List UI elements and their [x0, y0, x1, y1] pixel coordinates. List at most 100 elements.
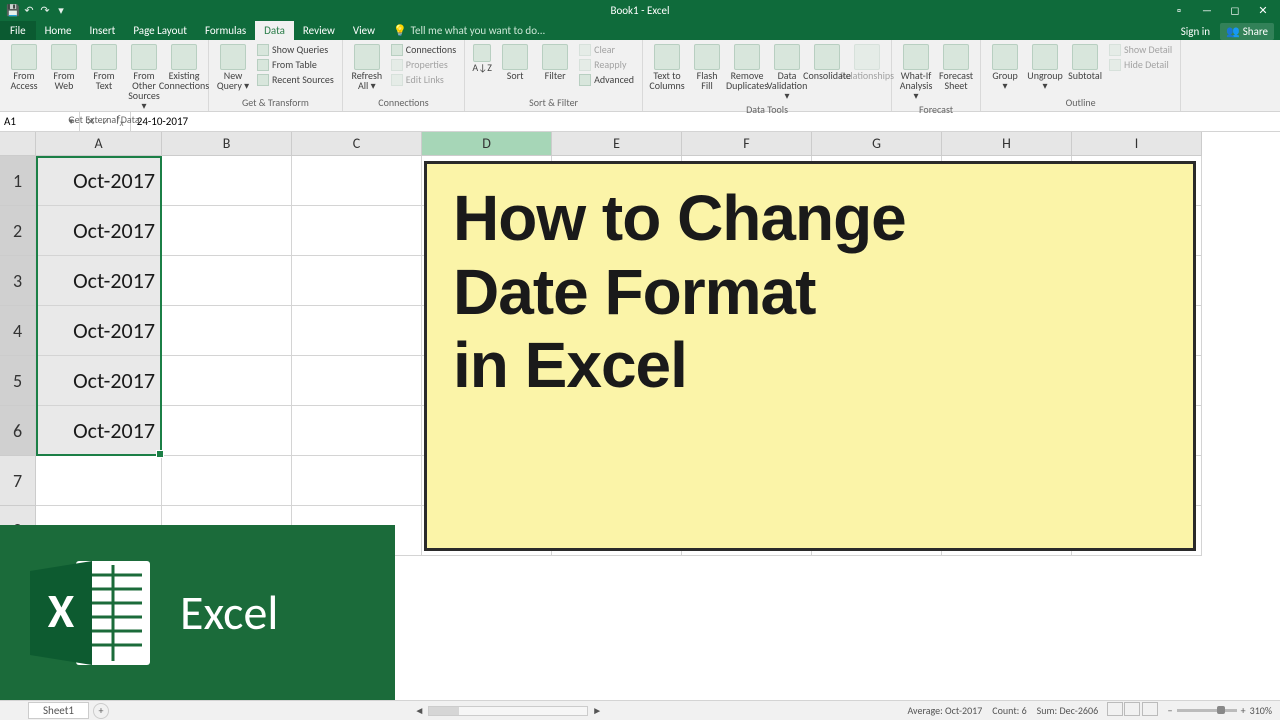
cell-B5[interactable] [162, 356, 292, 406]
show-detail-button[interactable]: Show Detail [1106, 42, 1175, 57]
row-header-1[interactable]: 1 [0, 156, 36, 206]
cell-A1[interactable]: Oct-2017 [36, 156, 162, 206]
what-if-analysis-button[interactable]: What-If Analysis ▾ [897, 42, 935, 103]
cell-B7[interactable] [162, 456, 292, 506]
tab-home[interactable]: Home [36, 21, 81, 40]
from-other-sources-button[interactable]: From Other Sources ▾ [125, 42, 163, 113]
refresh-all-button[interactable]: Refresh All ▾ [348, 42, 386, 93]
page-break-view-button[interactable] [1142, 702, 1158, 716]
scroll-left-icon[interactable]: ◄ [414, 704, 424, 717]
cell-C2[interactable] [292, 206, 422, 256]
customize-qat-icon[interactable]: ▾ [54, 3, 68, 17]
recent-sources-button[interactable]: Recent Sources [254, 72, 337, 87]
select-all-corner[interactable] [0, 132, 36, 156]
cell-C7[interactable] [292, 456, 422, 506]
sign-in-link[interactable]: Sign in [1181, 25, 1210, 38]
minimize-icon[interactable]: — [1194, 1, 1220, 19]
zoom-in-button[interactable]: + [1241, 704, 1246, 717]
title-overlay-textbox[interactable]: How to Change Date Format in Excel [424, 161, 1196, 551]
scroll-right-icon[interactable]: ► [592, 704, 602, 717]
advanced-filter-button[interactable]: Advanced [576, 72, 637, 87]
row-header-4[interactable]: 4 [0, 306, 36, 356]
ribbon-options-icon[interactable]: ▫ [1166, 1, 1192, 19]
new-sheet-button[interactable]: + [93, 703, 109, 719]
reapply-filter-button[interactable]: Reapply [576, 57, 637, 72]
cell-B4[interactable] [162, 306, 292, 356]
from-text-button[interactable]: From Text [85, 42, 123, 93]
clear-filter-button[interactable]: Clear [576, 42, 637, 57]
cell-B1[interactable] [162, 156, 292, 206]
edit-links-button[interactable]: Edit Links [388, 72, 459, 87]
cell-B6[interactable] [162, 406, 292, 456]
column-header-a[interactable]: A [36, 132, 162, 156]
tab-view[interactable]: View [344, 21, 384, 40]
column-header-c[interactable]: C [292, 132, 422, 156]
cell-B3[interactable] [162, 256, 292, 306]
tell-me-search[interactable]: 💡 Tell me what you want to do... [384, 21, 554, 40]
cell-C6[interactable] [292, 406, 422, 456]
row-header-3[interactable]: 3 [0, 256, 36, 306]
new-query-button[interactable]: New Query ▾ [214, 42, 252, 93]
ungroup-button[interactable]: Ungroup ▾ [1026, 42, 1064, 93]
column-header-i[interactable]: I [1072, 132, 1202, 156]
flash-fill-button[interactable]: Flash Fill [688, 42, 726, 93]
cell-B2[interactable] [162, 206, 292, 256]
save-icon[interactable]: 💾 [6, 3, 20, 17]
cell-C4[interactable] [292, 306, 422, 356]
row-header-2[interactable]: 2 [0, 206, 36, 256]
tab-data[interactable]: Data [255, 21, 294, 40]
properties-button[interactable]: Properties [388, 57, 459, 72]
file-tab[interactable]: File [0, 21, 36, 40]
hide-detail-button[interactable]: Hide Detail [1106, 57, 1175, 72]
from-table-button[interactable]: From Table [254, 57, 337, 72]
group-button[interactable]: Group ▾ [986, 42, 1024, 93]
filter-button[interactable]: Filter [536, 42, 574, 83]
cell-A7[interactable] [36, 456, 162, 506]
column-header-d[interactable]: D [422, 132, 552, 156]
relationships-button[interactable]: Relationships [848, 42, 886, 83]
from-access-button[interactable]: From Access [5, 42, 43, 93]
column-header-f[interactable]: F [682, 132, 812, 156]
column-header-b[interactable]: B [162, 132, 292, 156]
page-layout-view-button[interactable] [1124, 702, 1140, 716]
show-queries-button[interactable]: Show Queries [254, 42, 337, 57]
close-icon[interactable]: ✕ [1250, 1, 1276, 19]
cell-C3[interactable] [292, 256, 422, 306]
column-header-e[interactable]: E [552, 132, 682, 156]
zoom-slider[interactable] [1177, 709, 1237, 712]
subtotal-button[interactable]: Subtotal [1066, 42, 1104, 83]
cell-C5[interactable] [292, 356, 422, 406]
connections-button[interactable]: Connections [388, 42, 459, 57]
row-header-7[interactable]: 7 [0, 456, 36, 506]
horizontal-scroll[interactable]: ◄ ► [109, 704, 907, 717]
cell-A2[interactable]: Oct-2017 [36, 206, 162, 256]
row-header-5[interactable]: 5 [0, 356, 36, 406]
maximize-icon[interactable]: ◻ [1222, 1, 1248, 19]
zoom-out-button[interactable]: − [1168, 704, 1173, 717]
sort-az-button[interactable]: A↓Z [470, 42, 494, 75]
tab-page-layout[interactable]: Page Layout [124, 21, 196, 40]
sheet-tab[interactable]: Sheet1 [28, 702, 89, 719]
row-header-6[interactable]: 6 [0, 406, 36, 456]
tab-formulas[interactable]: Formulas [196, 21, 255, 40]
sort-button[interactable]: Sort [496, 42, 534, 83]
column-header-h[interactable]: H [942, 132, 1072, 156]
existing-connections-button[interactable]: Existing Connections [165, 42, 203, 93]
undo-icon[interactable]: ↶ [22, 3, 36, 17]
hscroll-track[interactable] [428, 706, 588, 716]
share-button[interactable]: 👥 Share [1220, 23, 1274, 40]
remove-duplicates-button[interactable]: Remove Duplicates [728, 42, 766, 93]
cell-A4[interactable]: Oct-2017 [36, 306, 162, 356]
tab-insert[interactable]: Insert [81, 21, 125, 40]
column-header-g[interactable]: G [812, 132, 942, 156]
from-web-button[interactable]: From Web [45, 42, 83, 93]
text-to-columns-button[interactable]: Text to Columns [648, 42, 686, 93]
cell-A5[interactable]: Oct-2017 [36, 356, 162, 406]
redo-icon[interactable]: ↷ [38, 3, 52, 17]
cell-A3[interactable]: Oct-2017 [36, 256, 162, 306]
forecast-sheet-button[interactable]: Forecast Sheet [937, 42, 975, 93]
data-validation-button[interactable]: Data Validation ▾ [768, 42, 806, 103]
tab-review[interactable]: Review [294, 21, 344, 40]
cell-C1[interactable] [292, 156, 422, 206]
normal-view-button[interactable] [1107, 702, 1123, 716]
